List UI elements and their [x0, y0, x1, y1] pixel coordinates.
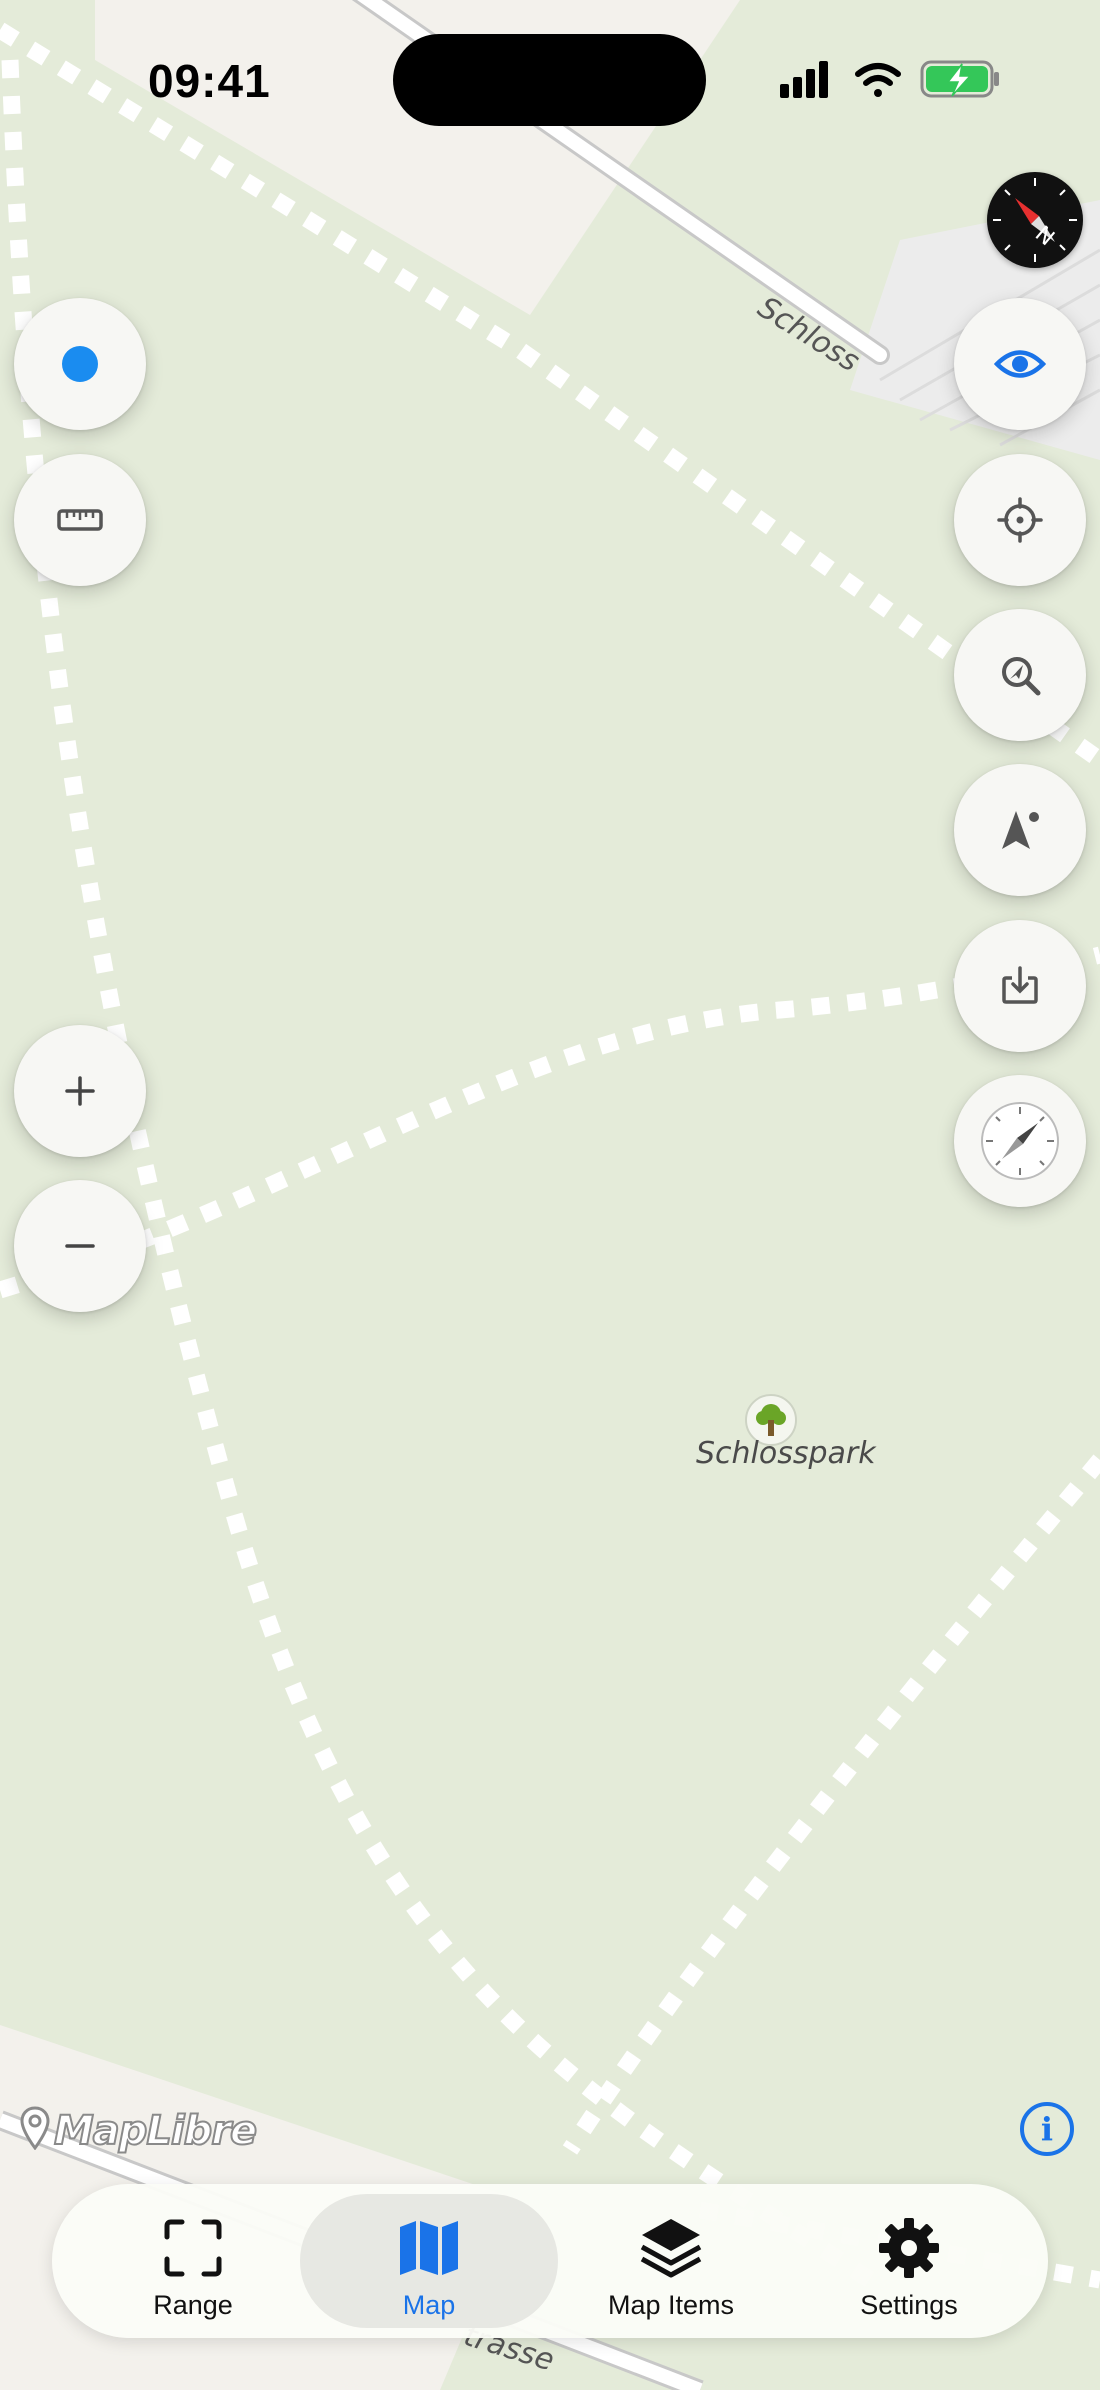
tab-settings-label: Settings [860, 2290, 958, 2320]
plus-icon [63, 1074, 97, 1108]
crosshair-icon [997, 497, 1043, 543]
zoom-out-button[interactable] [14, 1180, 146, 1312]
download-button[interactable] [954, 920, 1086, 1052]
tab-bar: Range Map Map Items Settings [52, 2184, 1048, 2338]
tab-settings[interactable]: Settings [790, 2194, 1028, 2328]
tab-range-label: Range [153, 2290, 233, 2320]
zoom-to-fit-button[interactable] [954, 609, 1086, 741]
blue-dot-icon [60, 344, 100, 384]
wifi-icon [855, 63, 901, 97]
dynamic-island [393, 34, 706, 126]
tab-map-items[interactable]: Map Items [552, 2194, 790, 2328]
location-dot-button[interactable] [14, 298, 146, 430]
tab-map-items-label: Map Items [607, 2290, 735, 2320]
tab-map[interactable]: Map [300, 2194, 558, 2328]
battery-charging-icon [920, 60, 999, 98]
tab-range[interactable]: Range [74, 2194, 312, 2328]
tab-map-label: Map [402, 2290, 456, 2320]
gear-icon [878, 2216, 940, 2280]
status-icons [780, 56, 1000, 104]
download-tray-icon [1000, 966, 1040, 1006]
layers-icon [640, 2216, 702, 2280]
info-icon: i [1040, 2110, 1054, 2148]
status-time: 09:41 [148, 55, 271, 107]
minus-icon [63, 1229, 97, 1263]
maplibre-text: MapLibre [53, 2107, 258, 2155]
locate-button[interactable] [954, 454, 1086, 586]
ruler-icon [57, 508, 103, 532]
park-label: Schlosspark [696, 1436, 876, 1471]
maplibre-pin-icon [20, 2106, 50, 2155]
range-frame-icon [164, 2216, 222, 2280]
maplibre-attribution: MapLibre [20, 2106, 258, 2155]
signal-icon [780, 61, 828, 98]
info-button[interactable]: i [1020, 2102, 1074, 2156]
ruler-button[interactable] [14, 454, 146, 586]
visibility-button[interactable] [954, 298, 1086, 430]
compass-button[interactable] [954, 1075, 1086, 1207]
eye-icon [994, 347, 1046, 381]
map-icon [398, 2216, 460, 2280]
navigation-button[interactable] [954, 764, 1086, 896]
compass-icon [978, 1099, 1062, 1183]
navigation-arrow-icon [998, 807, 1042, 853]
zoom-in-button[interactable] [14, 1025, 146, 1157]
magnify-arrow-icon [999, 654, 1041, 696]
map-canvas[interactable] [0, 0, 1100, 2390]
north-compass-icon[interactable]: N [987, 172, 1083, 268]
